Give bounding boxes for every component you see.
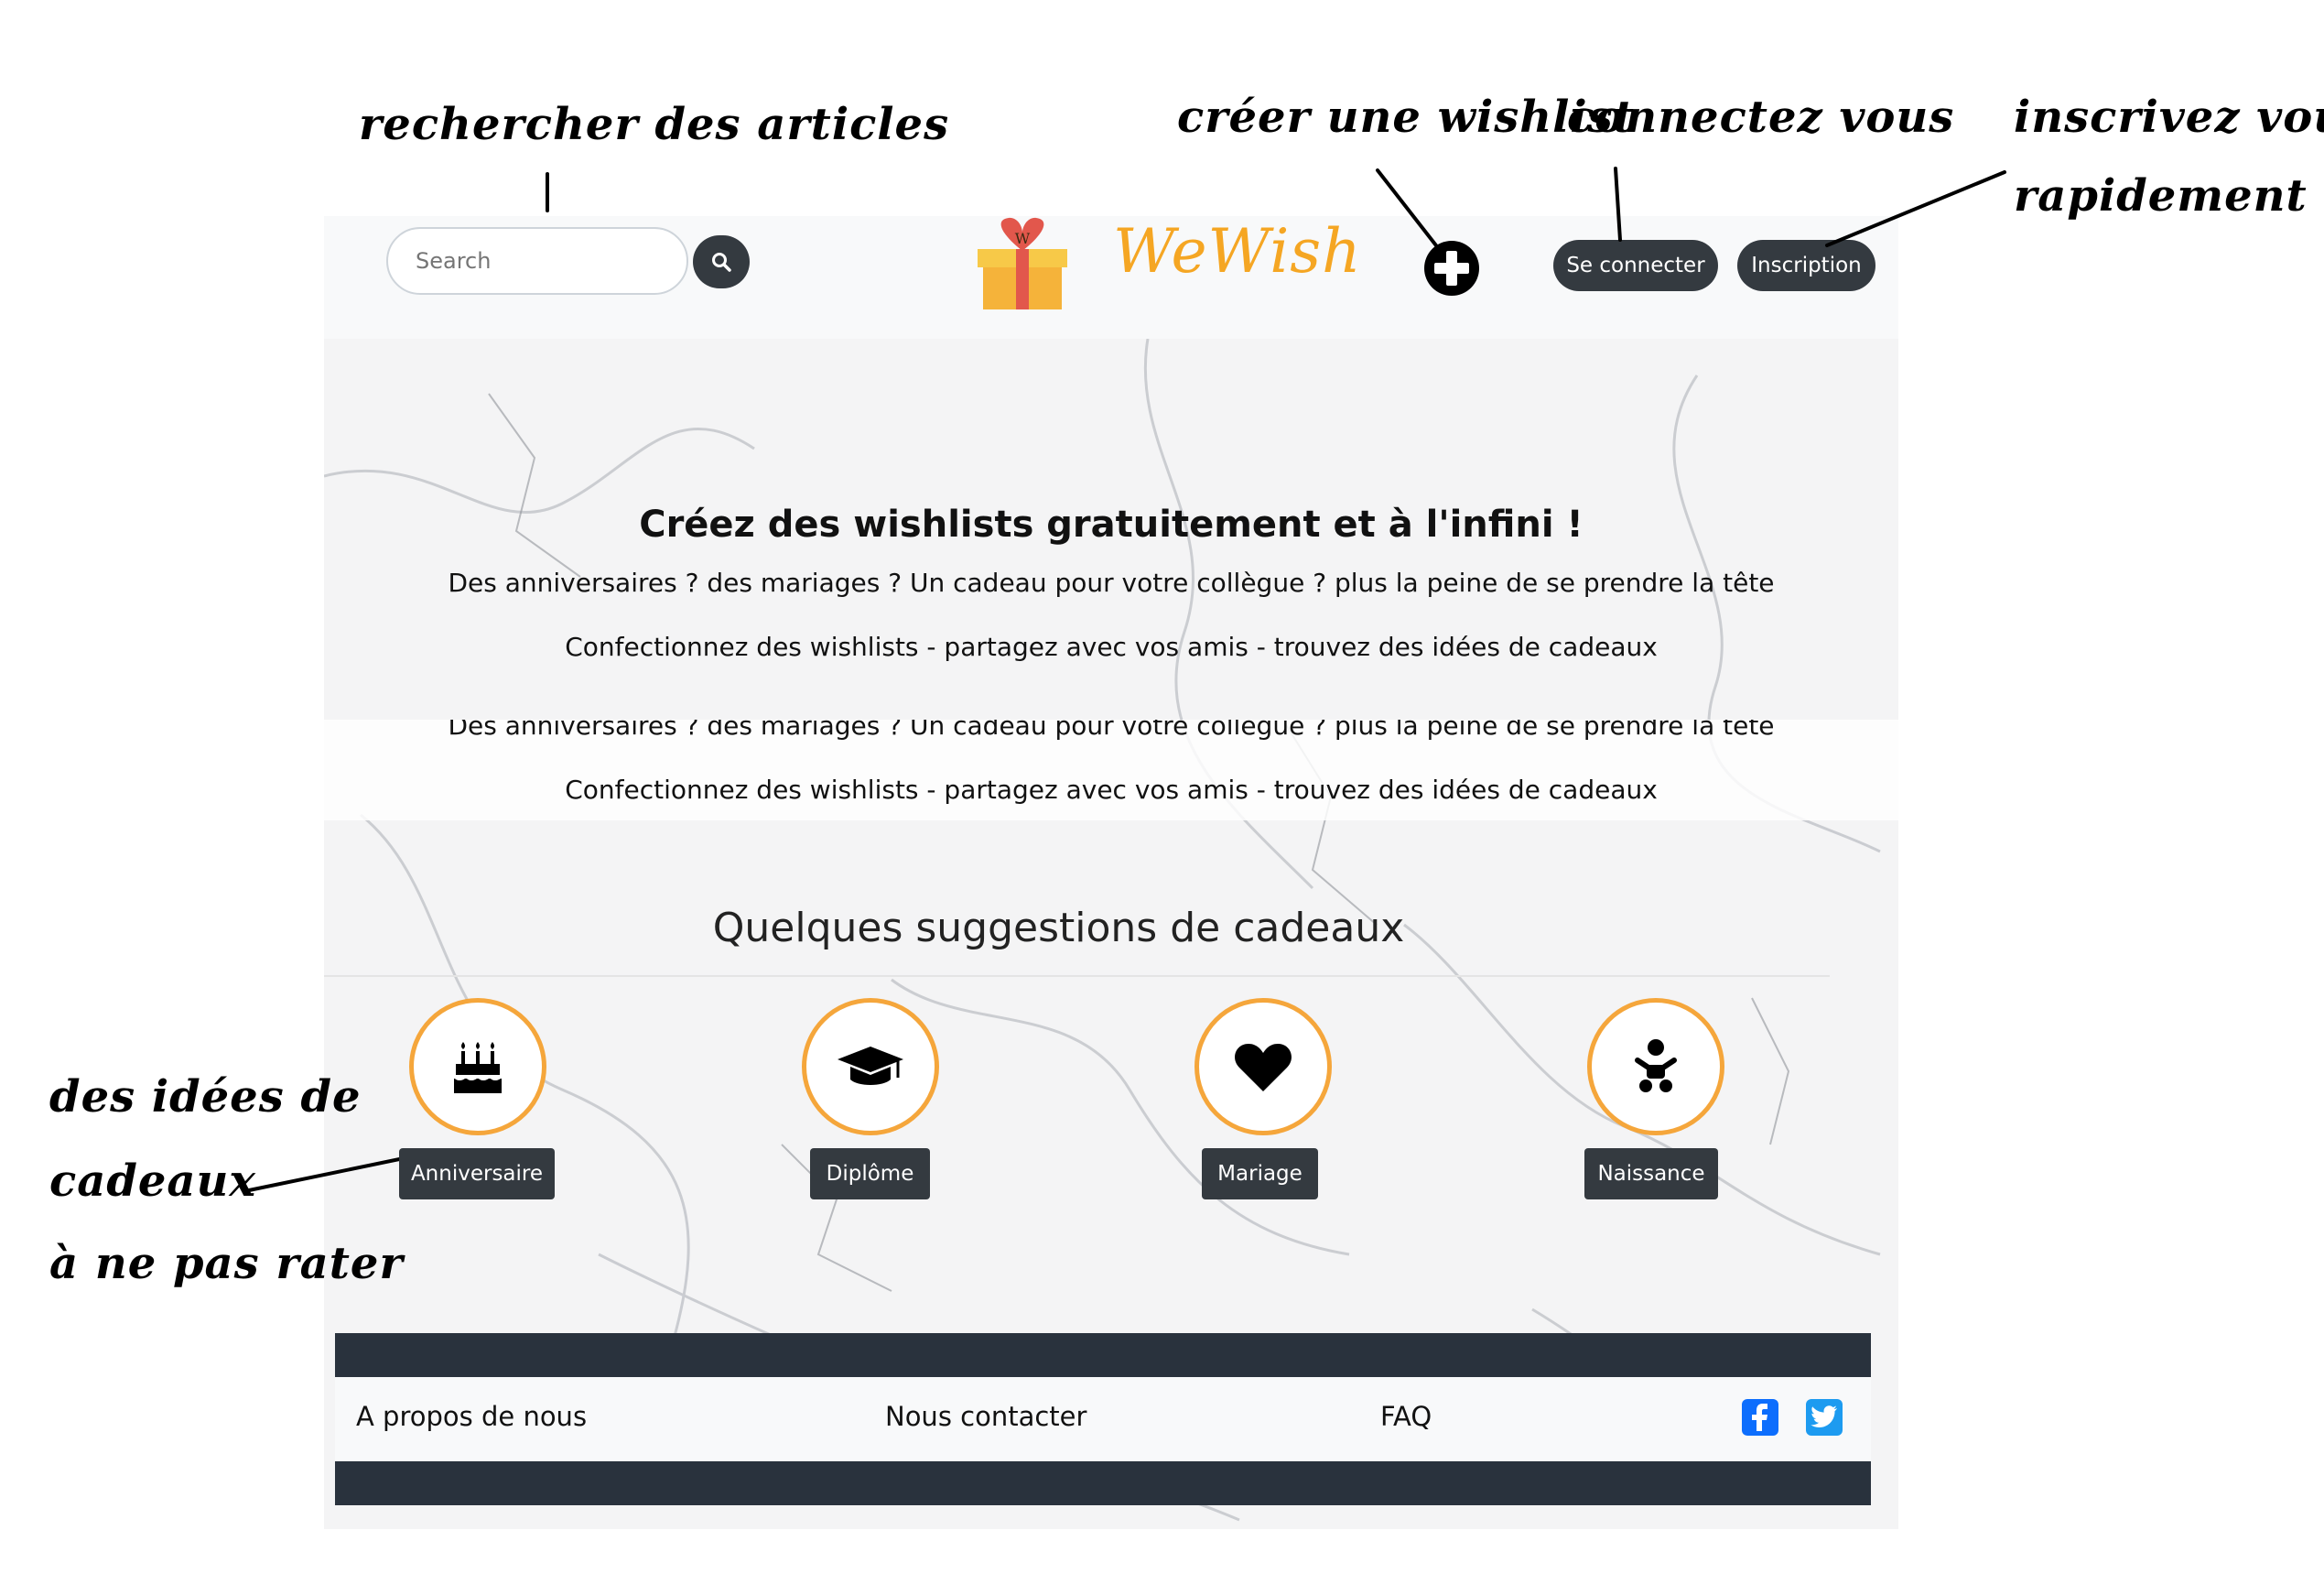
category-mariage-button[interactable]: Mariage	[1202, 1148, 1318, 1199]
birthday-cake-icon	[453, 1042, 503, 1093]
graduation-cap-icon	[838, 1047, 903, 1085]
category-anniversaire-button[interactable]: Anniversaire	[399, 1148, 555, 1199]
annotation-gifts-line3: à ne pas rater	[49, 1238, 404, 1289]
footer-about-link[interactable]: A propos de nous	[356, 1401, 587, 1432]
category-diplome-circle[interactable]	[802, 998, 939, 1135]
facebook-icon[interactable]	[1742, 1399, 1778, 1436]
hero-title: Créez des wishlists gratuitement et à l'…	[639, 504, 1584, 546]
annotation-gifts-line1: des idées de	[49, 1071, 362, 1123]
category-naissance-button[interactable]: Naissance	[1584, 1148, 1718, 1199]
annotation-create-wishlist: créer une wishlist	[1177, 92, 1635, 143]
footer-bottom-bar	[335, 1461, 1871, 1505]
footer-contact-link[interactable]: Nous contacter	[885, 1401, 1086, 1432]
hero-line-2: Confectionnez des wishlists - partagez a…	[565, 632, 1658, 662]
annotation-gifts-line2: cadeaux	[49, 1155, 257, 1207]
login-button[interactable]: Se connecter	[1553, 240, 1718, 291]
suggestions-title: Quelques suggestions de cadeaux	[712, 905, 1405, 951]
category-diplome-button[interactable]: Diplôme	[810, 1148, 930, 1199]
search-button[interactable]	[693, 235, 750, 288]
twitter-icon[interactable]	[1806, 1399, 1843, 1436]
baby-icon	[1635, 1039, 1677, 1092]
annotation-login: connectez vous	[1567, 92, 1955, 143]
annotation-signup-line2: rapidement	[2014, 170, 2308, 222]
category-anniversaire-circle[interactable]	[409, 998, 546, 1135]
plus-circle-icon	[1424, 241, 1479, 296]
category-naissance-circle[interactable]	[1587, 998, 1724, 1135]
footer-top-bar	[335, 1333, 1871, 1377]
search-icon	[712, 253, 731, 272]
category-mariage-circle[interactable]	[1194, 998, 1332, 1135]
annotation-search: rechercher des articles	[359, 99, 950, 150]
section-divider	[324, 975, 1830, 977]
search-input[interactable]	[386, 227, 688, 295]
signup-button[interactable]: Inscription	[1737, 240, 1875, 291]
annotation-signup-line1: inscrivez vous	[2014, 92, 2324, 143]
hero-line-2-repeat: Confectionnez des wishlists - partagez a…	[565, 775, 1658, 805]
footer-faq-link[interactable]: FAQ	[1380, 1401, 1432, 1432]
logo-gift-icon[interactable]: W	[974, 216, 1071, 317]
logo-letter: W	[1015, 230, 1031, 247]
create-wishlist-button[interactable]	[1423, 240, 1480, 300]
hero-line-1: Des anniversaires ? des mariages ? Un ca…	[448, 568, 1775, 598]
heart-icon	[1235, 1044, 1292, 1091]
brand-name[interactable]: WeWish	[1113, 216, 1362, 287]
